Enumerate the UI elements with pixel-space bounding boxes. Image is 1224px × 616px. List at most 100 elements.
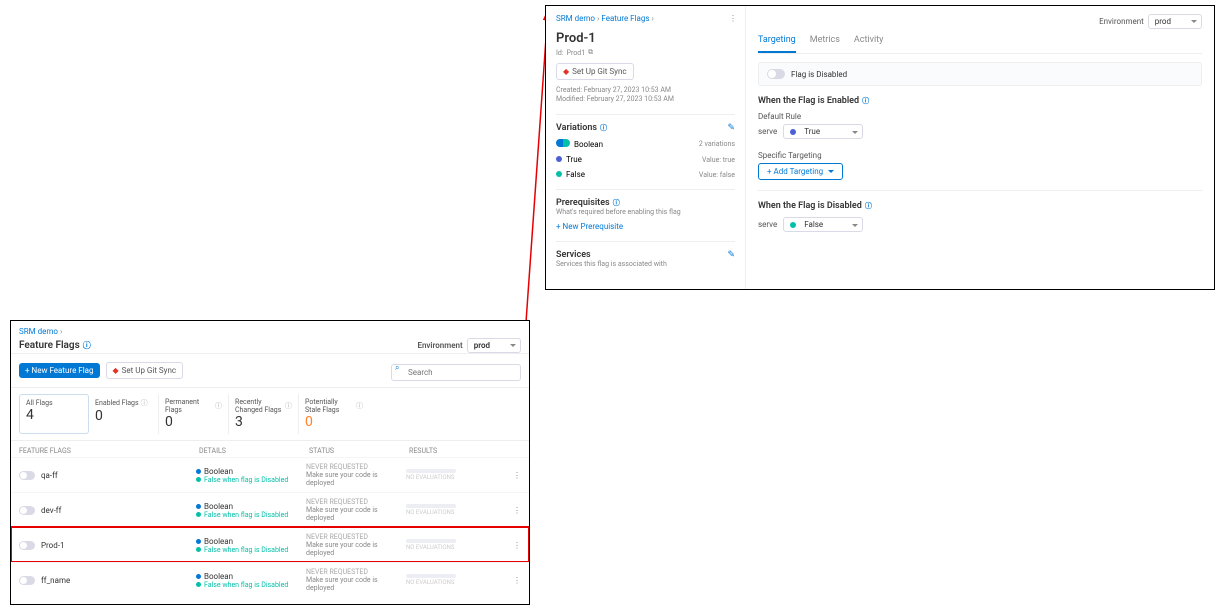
- serve-label: serve: [758, 127, 777, 136]
- breadcrumb-parent[interactable]: SRM demo: [19, 327, 58, 336]
- dot-icon: [196, 477, 201, 482]
- serve-select-true[interactable]: True: [783, 124, 863, 139]
- dot-icon: [790, 129, 796, 135]
- environment-select[interactable]: prod: [467, 338, 521, 353]
- flag-toggle[interactable]: [19, 506, 35, 515]
- dot-icon: [790, 222, 796, 228]
- stat-permanent-flags[interactable]: Permanent Flagsⓘ 0: [159, 394, 229, 434]
- git-icon: ◆: [563, 67, 569, 76]
- col-status: Status: [309, 447, 409, 455]
- services-title: Services: [556, 250, 591, 260]
- add-targeting-label: + Add Targeting: [767, 167, 823, 176]
- breadcrumb-a[interactable]: SRM demo: [556, 14, 595, 23]
- chevron-right-icon: ›: [652, 14, 654, 23]
- serve-value: True: [804, 127, 820, 136]
- created-text: Created: February 27, 2023 10:53 AM: [556, 86, 735, 95]
- flag-name: dev-ff: [41, 506, 196, 515]
- stat-label: Recently Changed Flags: [235, 398, 283, 414]
- tab-metrics[interactable]: Metrics: [810, 35, 840, 53]
- flag-results: No evaluations: [406, 469, 521, 481]
- new-prerequisite-link[interactable]: + New Prerequisite: [556, 222, 623, 231]
- breadcrumb[interactable]: SRM demo › Feature Flags ›: [556, 14, 735, 23]
- results-bar: [406, 539, 456, 543]
- stat-label: Potentially Stale Flags: [305, 398, 354, 414]
- table-row[interactable]: ff_nameBooleanFalse when flag is Disable…: [11, 562, 529, 597]
- more-menu-icon[interactable]: ⋮: [511, 541, 523, 550]
- variations-title: Variations: [556, 123, 597, 133]
- dot-icon: [196, 469, 201, 474]
- search-icon: ⌕: [395, 363, 399, 373]
- table-row[interactable]: Prod-1BooleanFalse when flag is Disabled…: [11, 527, 529, 562]
- variation-true: True: [566, 155, 582, 164]
- git-sync-label: Set Up Git Sync: [572, 67, 626, 76]
- flag-toggle[interactable]: [19, 541, 35, 550]
- git-sync-button[interactable]: ◆ Set Up Git Sync: [106, 362, 184, 379]
- info-icon: ⓘ: [215, 401, 222, 411]
- copy-icon[interactable]: ⧉: [588, 48, 593, 57]
- stat-enabled-flags[interactable]: Enabled Flagsⓘ 0: [89, 394, 159, 434]
- info-icon[interactable]: ⓘ: [613, 198, 620, 208]
- flag-toggle[interactable]: [19, 471, 35, 480]
- stat-value: 0: [95, 408, 152, 424]
- stat-label: Enabled Flags: [95, 399, 139, 407]
- flag-toggle[interactable]: [19, 576, 35, 585]
- flag-title: Prod-1: [556, 31, 735, 46]
- variations-count: 2 variations: [699, 140, 735, 148]
- environment-value: prod: [1155, 17, 1171, 26]
- page-title: Feature Flags: [19, 340, 80, 351]
- new-feature-flag-button[interactable]: + New Feature Flag: [19, 363, 100, 378]
- add-targeting-button[interactable]: + Add Targeting: [758, 163, 843, 180]
- dot-icon: [556, 156, 562, 162]
- git-sync-label: Set Up Git Sync: [122, 366, 176, 375]
- more-menu-icon[interactable]: ⋮: [511, 506, 523, 515]
- flag-details: BooleanFalse when flag is Disabled: [196, 467, 306, 484]
- stat-value: 3: [235, 414, 292, 430]
- git-sync-button[interactable]: ◆ Set Up Git Sync: [556, 63, 634, 80]
- edit-icon[interactable]: ✎: [727, 250, 735, 260]
- more-menu-icon[interactable]: ⋮: [511, 471, 523, 480]
- info-icon[interactable]: ⓘ: [83, 340, 91, 351]
- more-menu-icon[interactable]: ⋮: [511, 576, 523, 585]
- more-menu-icon[interactable]: ⋮: [729, 14, 737, 23]
- table-row[interactable]: qa-ffBooleanFalse when flag is DisabledN…: [11, 457, 529, 492]
- tab-activity[interactable]: Activity: [854, 35, 883, 53]
- dot-icon: [196, 582, 201, 587]
- results-bar: [406, 574, 456, 578]
- dot-icon: [196, 574, 201, 579]
- tab-targeting[interactable]: Targeting: [758, 35, 796, 53]
- stat-value: 0: [305, 414, 363, 430]
- environment-select[interactable]: prod: [1148, 14, 1202, 29]
- stat-value: 0: [165, 414, 222, 430]
- id-value: Prod1: [567, 49, 586, 57]
- stat-recent-flags[interactable]: Recently Changed Flagsⓘ 3: [229, 394, 299, 434]
- prerequisites-title: Prerequisites: [556, 198, 610, 208]
- info-icon[interactable]: ⓘ: [600, 123, 607, 133]
- info-icon[interactable]: ⓘ: [862, 96, 869, 106]
- services-subtitle: Services this flag is associated with: [556, 260, 735, 268]
- flag-results: No evaluations: [406, 504, 521, 516]
- serve-label: serve: [758, 220, 777, 229]
- flag-results: No evaluations: [406, 539, 521, 551]
- info-icon: ⓘ: [285, 401, 292, 411]
- serve-select-false[interactable]: False: [783, 217, 863, 232]
- stat-stale-flags[interactable]: Potentially Stale Flagsⓘ 0: [299, 394, 369, 434]
- breadcrumb[interactable]: SRM demo ›: [11, 321, 529, 338]
- edit-icon[interactable]: ✎: [727, 123, 735, 133]
- variations-type: Boolean: [574, 140, 603, 149]
- flag-status: Never RequestedMake sure your code is de…: [306, 568, 406, 592]
- search-input[interactable]: [391, 364, 521, 381]
- variation-false-value: Value: false: [699, 171, 735, 179]
- stat-all-flags[interactable]: All Flags 4: [19, 394, 89, 434]
- breadcrumb-b[interactable]: Feature Flags: [601, 14, 649, 23]
- info-icon[interactable]: ⓘ: [865, 201, 872, 211]
- chevron-right-icon: ›: [60, 327, 62, 336]
- flag-results: No evaluations: [406, 574, 521, 586]
- table-header: Feature Flags Details Status Results: [11, 441, 529, 457]
- table-row[interactable]: dev-ffBooleanFalse when flag is Disabled…: [11, 492, 529, 527]
- flag-enable-toggle[interactable]: [767, 69, 785, 79]
- disabled-section-title: When the Flag is Disabled: [758, 201, 862, 211]
- dot-icon: [556, 171, 562, 177]
- enabled-section-title: When the Flag is Enabled: [758, 96, 859, 106]
- flag-details: BooleanFalse when flag is Disabled: [196, 537, 306, 554]
- flag-name: ff_name: [41, 576, 196, 585]
